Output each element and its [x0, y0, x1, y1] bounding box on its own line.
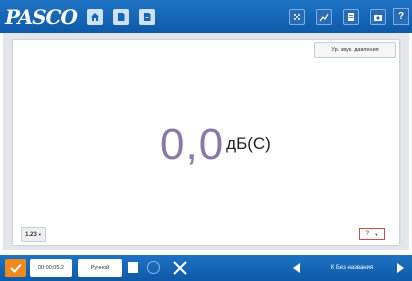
- chevron-down-icon: ▼: [37, 232, 42, 237]
- sample-rate-field[interactable]: 00:00:05,2: [30, 259, 72, 277]
- unit-select[interactable]: ? ▼: [359, 228, 385, 240]
- data-points-icon: [294, 14, 300, 20]
- precision-button[interactable]: 1.23 ▼: [21, 227, 46, 242]
- stop-button[interactable]: [128, 262, 138, 273]
- notes-button[interactable]: [343, 9, 359, 25]
- digits-meter: 0,0 дБ(С): [160, 121, 271, 167]
- graph-tools-icon: [319, 13, 329, 22]
- chevron-down-icon: ▼: [374, 231, 379, 237]
- camera-button[interactable]: [370, 9, 386, 25]
- home-icon: [91, 13, 99, 21]
- file-icon: [144, 13, 151, 21]
- meter-unit: дБ(С): [226, 134, 271, 153]
- measurement-select-button[interactable]: Ур. звук. давления: [314, 42, 396, 58]
- help-button[interactable]: ?: [393, 8, 409, 25]
- notes-icon: [348, 13, 354, 21]
- checkmark-icon: [9, 263, 22, 273]
- open-document-button[interactable]: [113, 9, 129, 25]
- camera-icon: [374, 15, 382, 21]
- sampling-mode-field[interactable]: Ручной: [78, 259, 122, 277]
- page-title[interactable]: К Без названия: [310, 259, 394, 277]
- unit-select-value: ?: [365, 231, 370, 237]
- pasco-logo: PASCO: [5, 5, 78, 29]
- tools-icon[interactable]: [171, 259, 189, 277]
- previous-page-button[interactable]: [293, 263, 300, 273]
- graph-tools-button[interactable]: [316, 9, 332, 25]
- save-file-button[interactable]: [139, 9, 155, 25]
- data-points-button[interactable]: [289, 9, 305, 25]
- meter-value: 0,0: [160, 120, 225, 169]
- document-icon: [118, 13, 125, 21]
- timer-icon[interactable]: [147, 261, 160, 274]
- home-button[interactable]: [87, 9, 103, 25]
- next-page-button[interactable]: [397, 263, 404, 273]
- record-button[interactable]: [5, 259, 26, 277]
- precision-label: 1.23: [25, 231, 37, 238]
